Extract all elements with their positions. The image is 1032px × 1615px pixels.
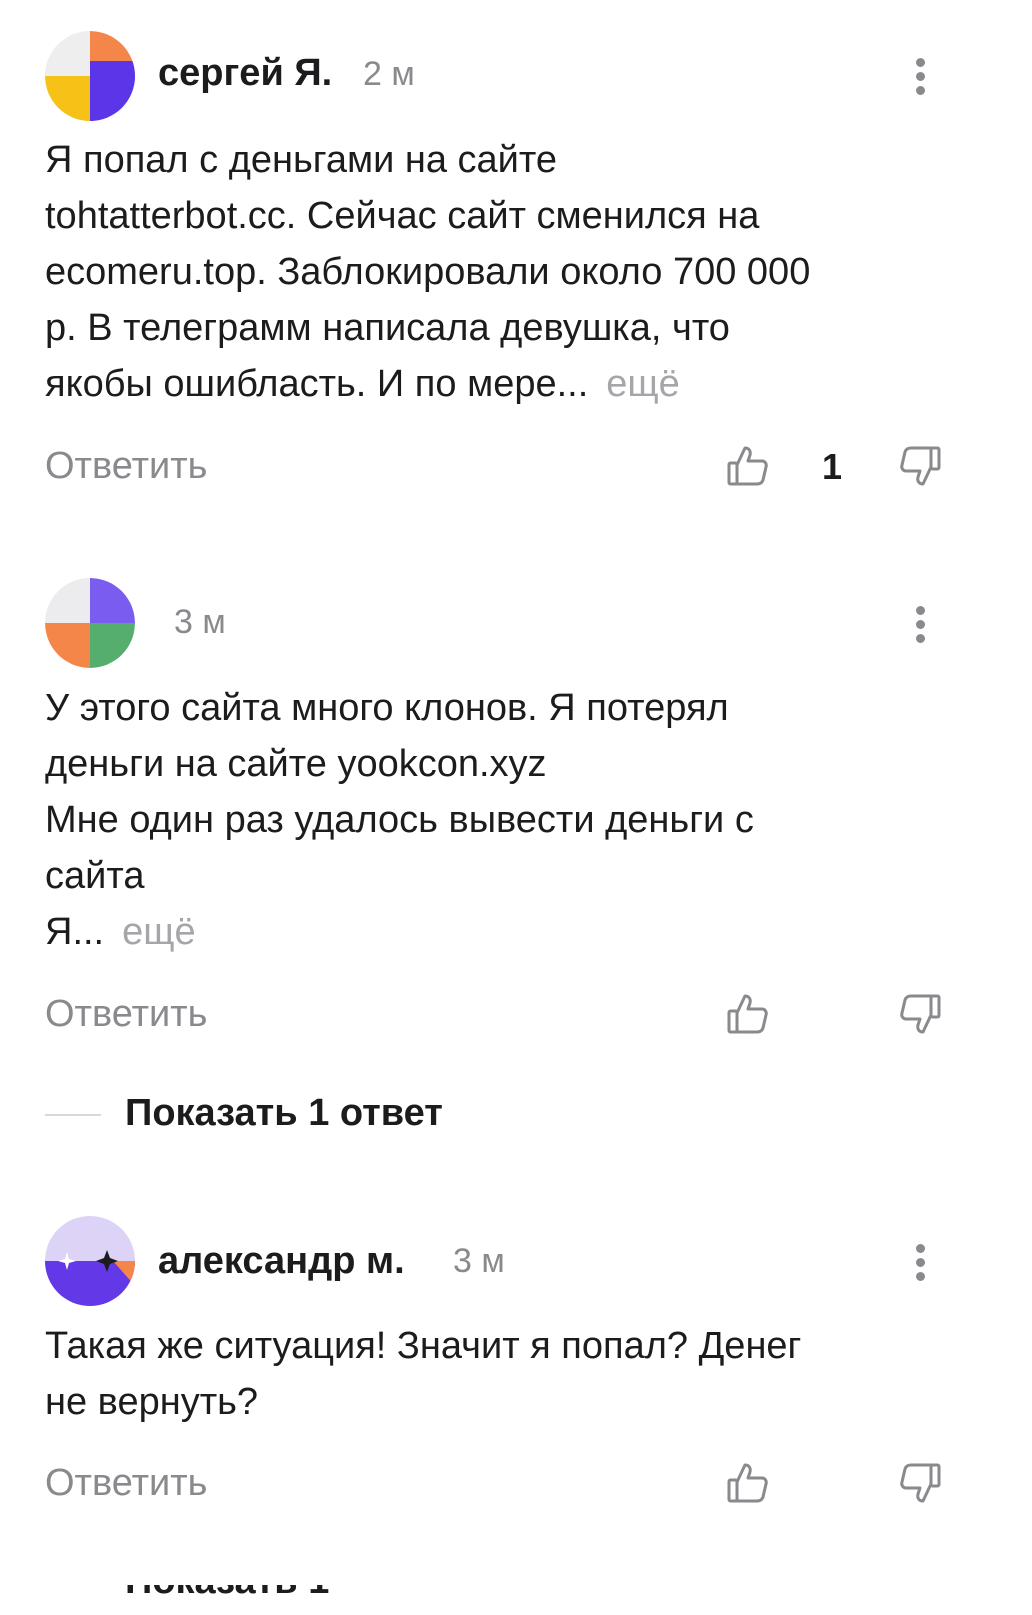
like-count: 1 (822, 446, 843, 487)
comment-text: Такая же ситуация! Значит я попал? Денег… (45, 1318, 985, 1430)
comment-time: 2 м (363, 55, 415, 93)
comment-text-last: Я... (45, 911, 105, 953)
comment-author[interactable]: александр м. (158, 1240, 405, 1283)
comment-text-line: якобы ошибласть. И по мере... ещё (45, 356, 985, 412)
thumbs-up-icon[interactable] (726, 992, 770, 1036)
comment-text-line: Я попал с деньгами на сайте (45, 139, 558, 181)
thread-divider (45, 1114, 101, 1116)
avatar[interactable] (45, 578, 135, 668)
comment-text-line: Такая же ситуация! Значит я попал? Денег (45, 1325, 802, 1367)
reply-button[interactable]: Ответить (45, 445, 207, 488)
show-replies-label: Показать 1 ответ (125, 1092, 443, 1134)
thumbs-down-icon[interactable] (898, 1461, 942, 1505)
comment-time: 3 м (453, 1242, 505, 1280)
avatar-pinwheel-purple-green-icon (45, 578, 135, 668)
comment-text-line: Мне один раз удалось вывести деньги с (45, 799, 754, 841)
reply-button[interactable]: Ответить (45, 1462, 207, 1505)
comment-text-line: Я... ещё (45, 904, 985, 960)
comment-text: У этого сайта много клонов. Я потерял де… (45, 680, 985, 960)
comment-text-line: не вернуть? (45, 1381, 259, 1423)
comment-text-line: р. В телеграмм написала девушка, что (45, 307, 730, 349)
expand-more-link[interactable]: ещё (606, 363, 680, 405)
comment-text-line: tohtatterbot.cc. Сейчас сайт сменился на (45, 195, 760, 237)
thumbs-up-icon[interactable] (726, 444, 770, 488)
reply-button[interactable]: Ответить (45, 993, 207, 1036)
avatar-pinwheel-yellow-blue-icon (45, 31, 135, 121)
more-options-icon[interactable] (903, 600, 939, 648)
show-replies-button[interactable]: Показать 1 ответ (45, 1090, 645, 1140)
thumbs-down-icon[interactable] (898, 992, 942, 1036)
thumbs-down-icon[interactable] (898, 444, 942, 488)
comment-text-line: деньги на сайте yookcon.xyz (45, 743, 547, 785)
comment-text-line: ecomeru.top. Заблокировали около 700 000 (45, 251, 811, 293)
comment-time: 3 м (174, 603, 226, 641)
expand-more-link[interactable]: ещё (122, 911, 196, 953)
comment-text-last: якобы ошибласть. И по мере... (45, 363, 589, 405)
avatar[interactable] (45, 1216, 135, 1306)
comment-text: Я попал с деньгами на сайте tohtatterbot… (45, 132, 985, 412)
more-options-icon[interactable] (903, 1238, 939, 1286)
comment-text-line: сайта (45, 855, 145, 897)
more-options-icon[interactable] (903, 52, 939, 100)
avatar-sparkle-purple-icon (45, 1216, 135, 1306)
show-replies-button-partial[interactable]: Показать 1 ответ (125, 1585, 385, 1615)
comment-text-line: У этого сайта много клонов. Я потерял (45, 687, 729, 729)
avatar[interactable] (45, 31, 135, 121)
show-replies-label-partial: Показать 1 ответ (125, 1585, 385, 1615)
comment-author[interactable]: сергей Я. (158, 52, 332, 95)
thumbs-up-icon[interactable] (726, 1461, 770, 1505)
